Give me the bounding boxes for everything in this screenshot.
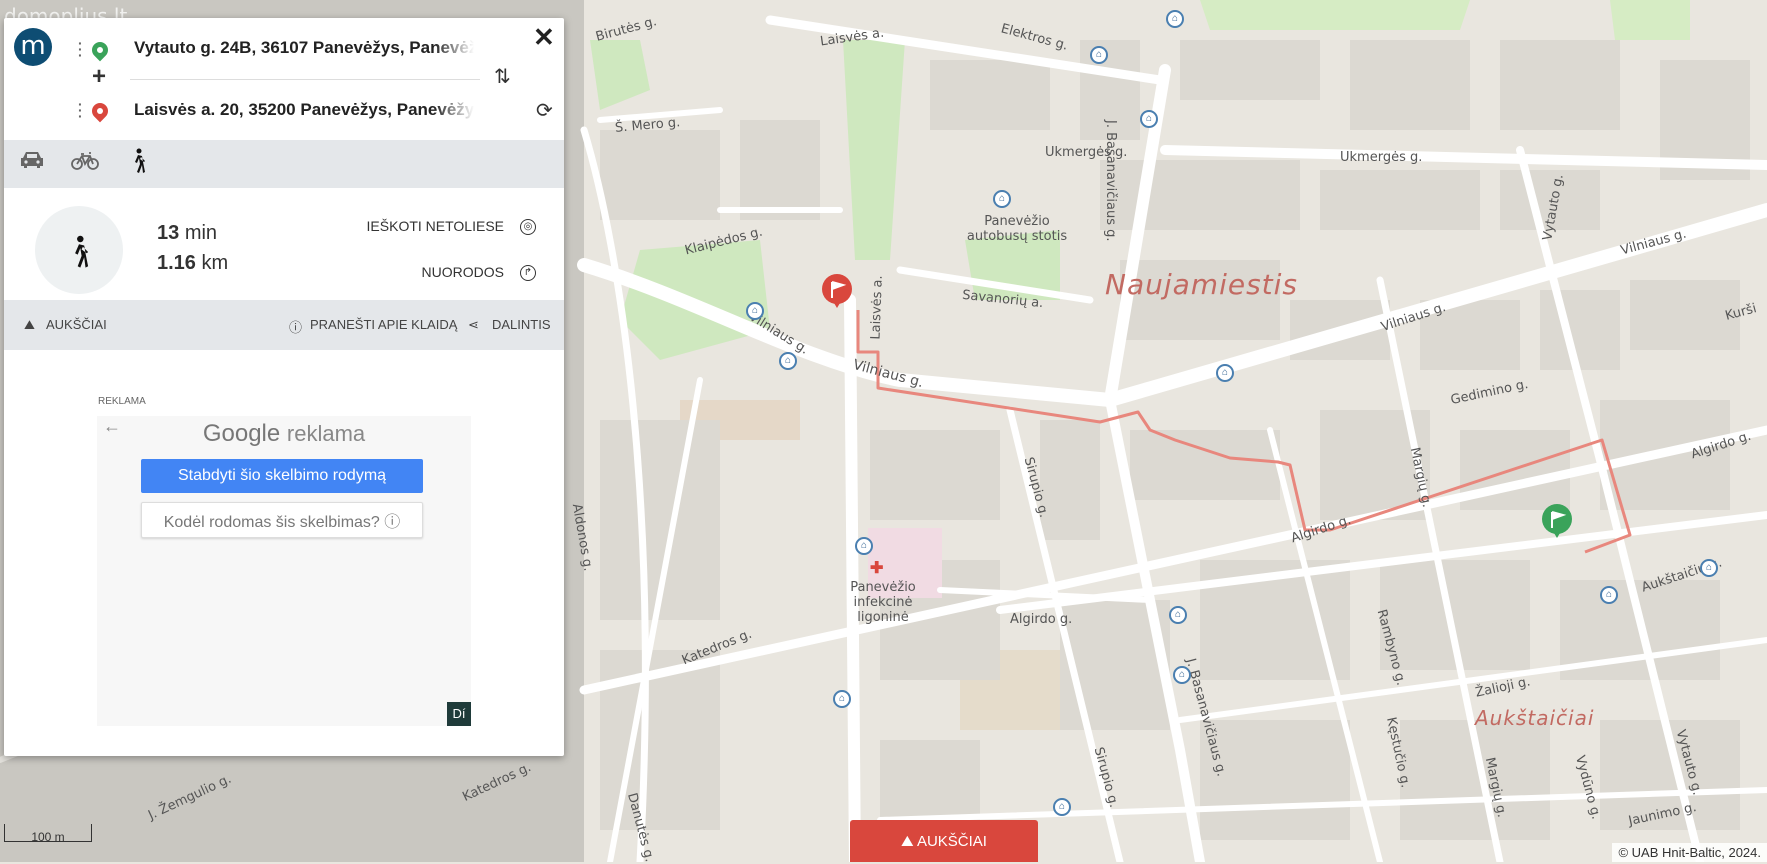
origin-flag-icon[interactable] — [1540, 502, 1574, 542]
street-label: J. Basanavičiaus g. — [1103, 120, 1118, 242]
map-scale: 100 m — [4, 824, 92, 844]
report-error-link[interactable]: PRANEŠTI APIE KLAIDĄ — [310, 317, 457, 332]
copyright: © UAB Hnit-Baltic, 2024. — [1612, 843, 1767, 862]
directions-icon[interactable]: ↱ — [520, 265, 536, 281]
bus-stop-icon[interactable]: ⌂ — [1600, 586, 1618, 604]
elevation-icon: ⛰ — [901, 833, 917, 850]
bike-icon[interactable] — [70, 148, 100, 172]
destination-pin-icon — [88, 99, 112, 123]
ad-box: ← Google reklama Stabdyti šio skelbimo r… — [97, 416, 471, 726]
google-wordmark: Google — [202, 420, 281, 447]
poi-label-hospital: Panevėžio infekcinė ligoninė — [850, 580, 916, 625]
duration-value: 13 — [157, 222, 180, 244]
plus-icon[interactable]: + — [92, 63, 106, 91]
bus-stop-icon[interactable]: ⌂ — [1053, 798, 1071, 816]
bus-stop-icon[interactable]: ⌂ — [779, 352, 797, 370]
search-nearby-icon[interactable]: ◎ — [520, 219, 536, 235]
street-label: Ukmergės g. — [1045, 145, 1128, 160]
bus-stop-icon[interactable]: ⌂ — [1169, 606, 1187, 624]
car-icon[interactable] — [18, 148, 46, 172]
search-nearby-button[interactable]: IEŠKOTI NETOLIESE — [304, 218, 504, 234]
bus-stop-icon[interactable]: ⌂ — [855, 537, 873, 555]
street-label: Ukmergės g. — [1340, 150, 1423, 165]
ad-word: reklama — [286, 421, 366, 446]
elevation-button[interactable]: ⛰ AUKŠČIAI — [850, 820, 1038, 862]
duration-unit: min — [184, 222, 218, 244]
elevation-button-label: AUKŠČIAI — [916, 833, 987, 850]
elevation-icon[interactable]: ⛰ — [24, 317, 35, 333]
share-icon[interactable]: ⋖ — [468, 317, 479, 333]
route-panel: m · · · Vytauto g. 24B, 36107 Panevėžys, P… — [4, 18, 564, 756]
bus-stop-icon[interactable]: ⌂ — [1090, 46, 1108, 64]
report-icon[interactable]: ⓘ — [289, 317, 302, 336]
travel-mode-bar — [4, 140, 564, 188]
reload-icon[interactable]: ⟳ — [536, 98, 553, 123]
bus-stop-icon[interactable]: ⌂ — [1173, 666, 1191, 684]
distance-value: 1.16 — [157, 252, 196, 274]
distance-unit: km — [201, 252, 229, 274]
hospital-icon: ✚ — [870, 560, 884, 577]
origin-field[interactable]: Vytauto g. 24B, 36107 Panevėžys, Panevėž… — [134, 38, 474, 58]
ad-badge[interactable]: Dí — [447, 702, 471, 726]
destination-field[interactable]: Laisvės a. 20, 35200 Panevėžys, Panevėžy… — [134, 100, 474, 120]
ad-label: REKLAMA — [98, 396, 146, 407]
bus-stop-icon[interactable]: ⌂ — [1166, 10, 1184, 28]
app-logo[interactable]: m — [14, 28, 52, 66]
walk-icon — [75, 235, 89, 268]
drag-handle-icon[interactable]: · · · — [78, 97, 83, 123]
district-label: Naujamiestis — [1105, 268, 1299, 301]
directions-button[interactable]: NUORODOS — [304, 264, 504, 280]
route-summary: 13 min 1.16 km IEŠKOTI NETOLIESE ◎ NUORO… — [4, 188, 564, 300]
elevation-link[interactable]: AUKŠČIAI — [46, 317, 107, 332]
bus-stop-icon[interactable]: ⌂ — [1140, 110, 1158, 128]
tools-bar: ⛰ AUKŠČIAI ⓘ PRANEŠTI APIE KLAIDĄ ⋖ DALI… — [4, 300, 564, 350]
swap-icon[interactable]: ⇅ — [494, 64, 511, 89]
destination-flag-icon[interactable] — [820, 272, 854, 312]
duration: 13 min — [157, 222, 217, 245]
walk-mode-badge — [35, 206, 123, 294]
divider — [130, 79, 480, 80]
street-label: Laisvės a. — [868, 275, 886, 340]
walk-icon[interactable] — [128, 148, 148, 174]
share-link[interactable]: DALINTIS — [492, 317, 551, 332]
why-ad-button[interactable]: Kodėl rodomas šis skelbimas? ⓘ — [141, 502, 423, 538]
street-label: Algirdo g. — [1010, 612, 1073, 627]
ad-title: Google reklama — [97, 420, 471, 448]
bus-stop-icon[interactable]: ⌂ — [1216, 364, 1234, 382]
bus-stop-icon[interactable]: ⌂ — [1700, 559, 1718, 577]
close-icon[interactable]: ✕ — [533, 22, 555, 53]
stop-ad-button[interactable]: Stabdyti šio skelbimo rodymą — [141, 459, 423, 493]
district-label: Aukštaičiai — [1475, 706, 1595, 730]
bus-stop-icon[interactable]: ⌂ — [833, 690, 851, 708]
bus-stop-icon[interactable]: ⌂ — [993, 190, 1011, 208]
drag-handle-icon[interactable]: · · · — [78, 36, 83, 62]
bus-stop-icon[interactable]: ⌂ — [746, 302, 764, 320]
poi-label-bus-station: Panevėžio autobusų stotis — [966, 214, 1068, 244]
origin-pin-icon — [88, 38, 112, 62]
distance: 1.16 km — [157, 252, 228, 275]
